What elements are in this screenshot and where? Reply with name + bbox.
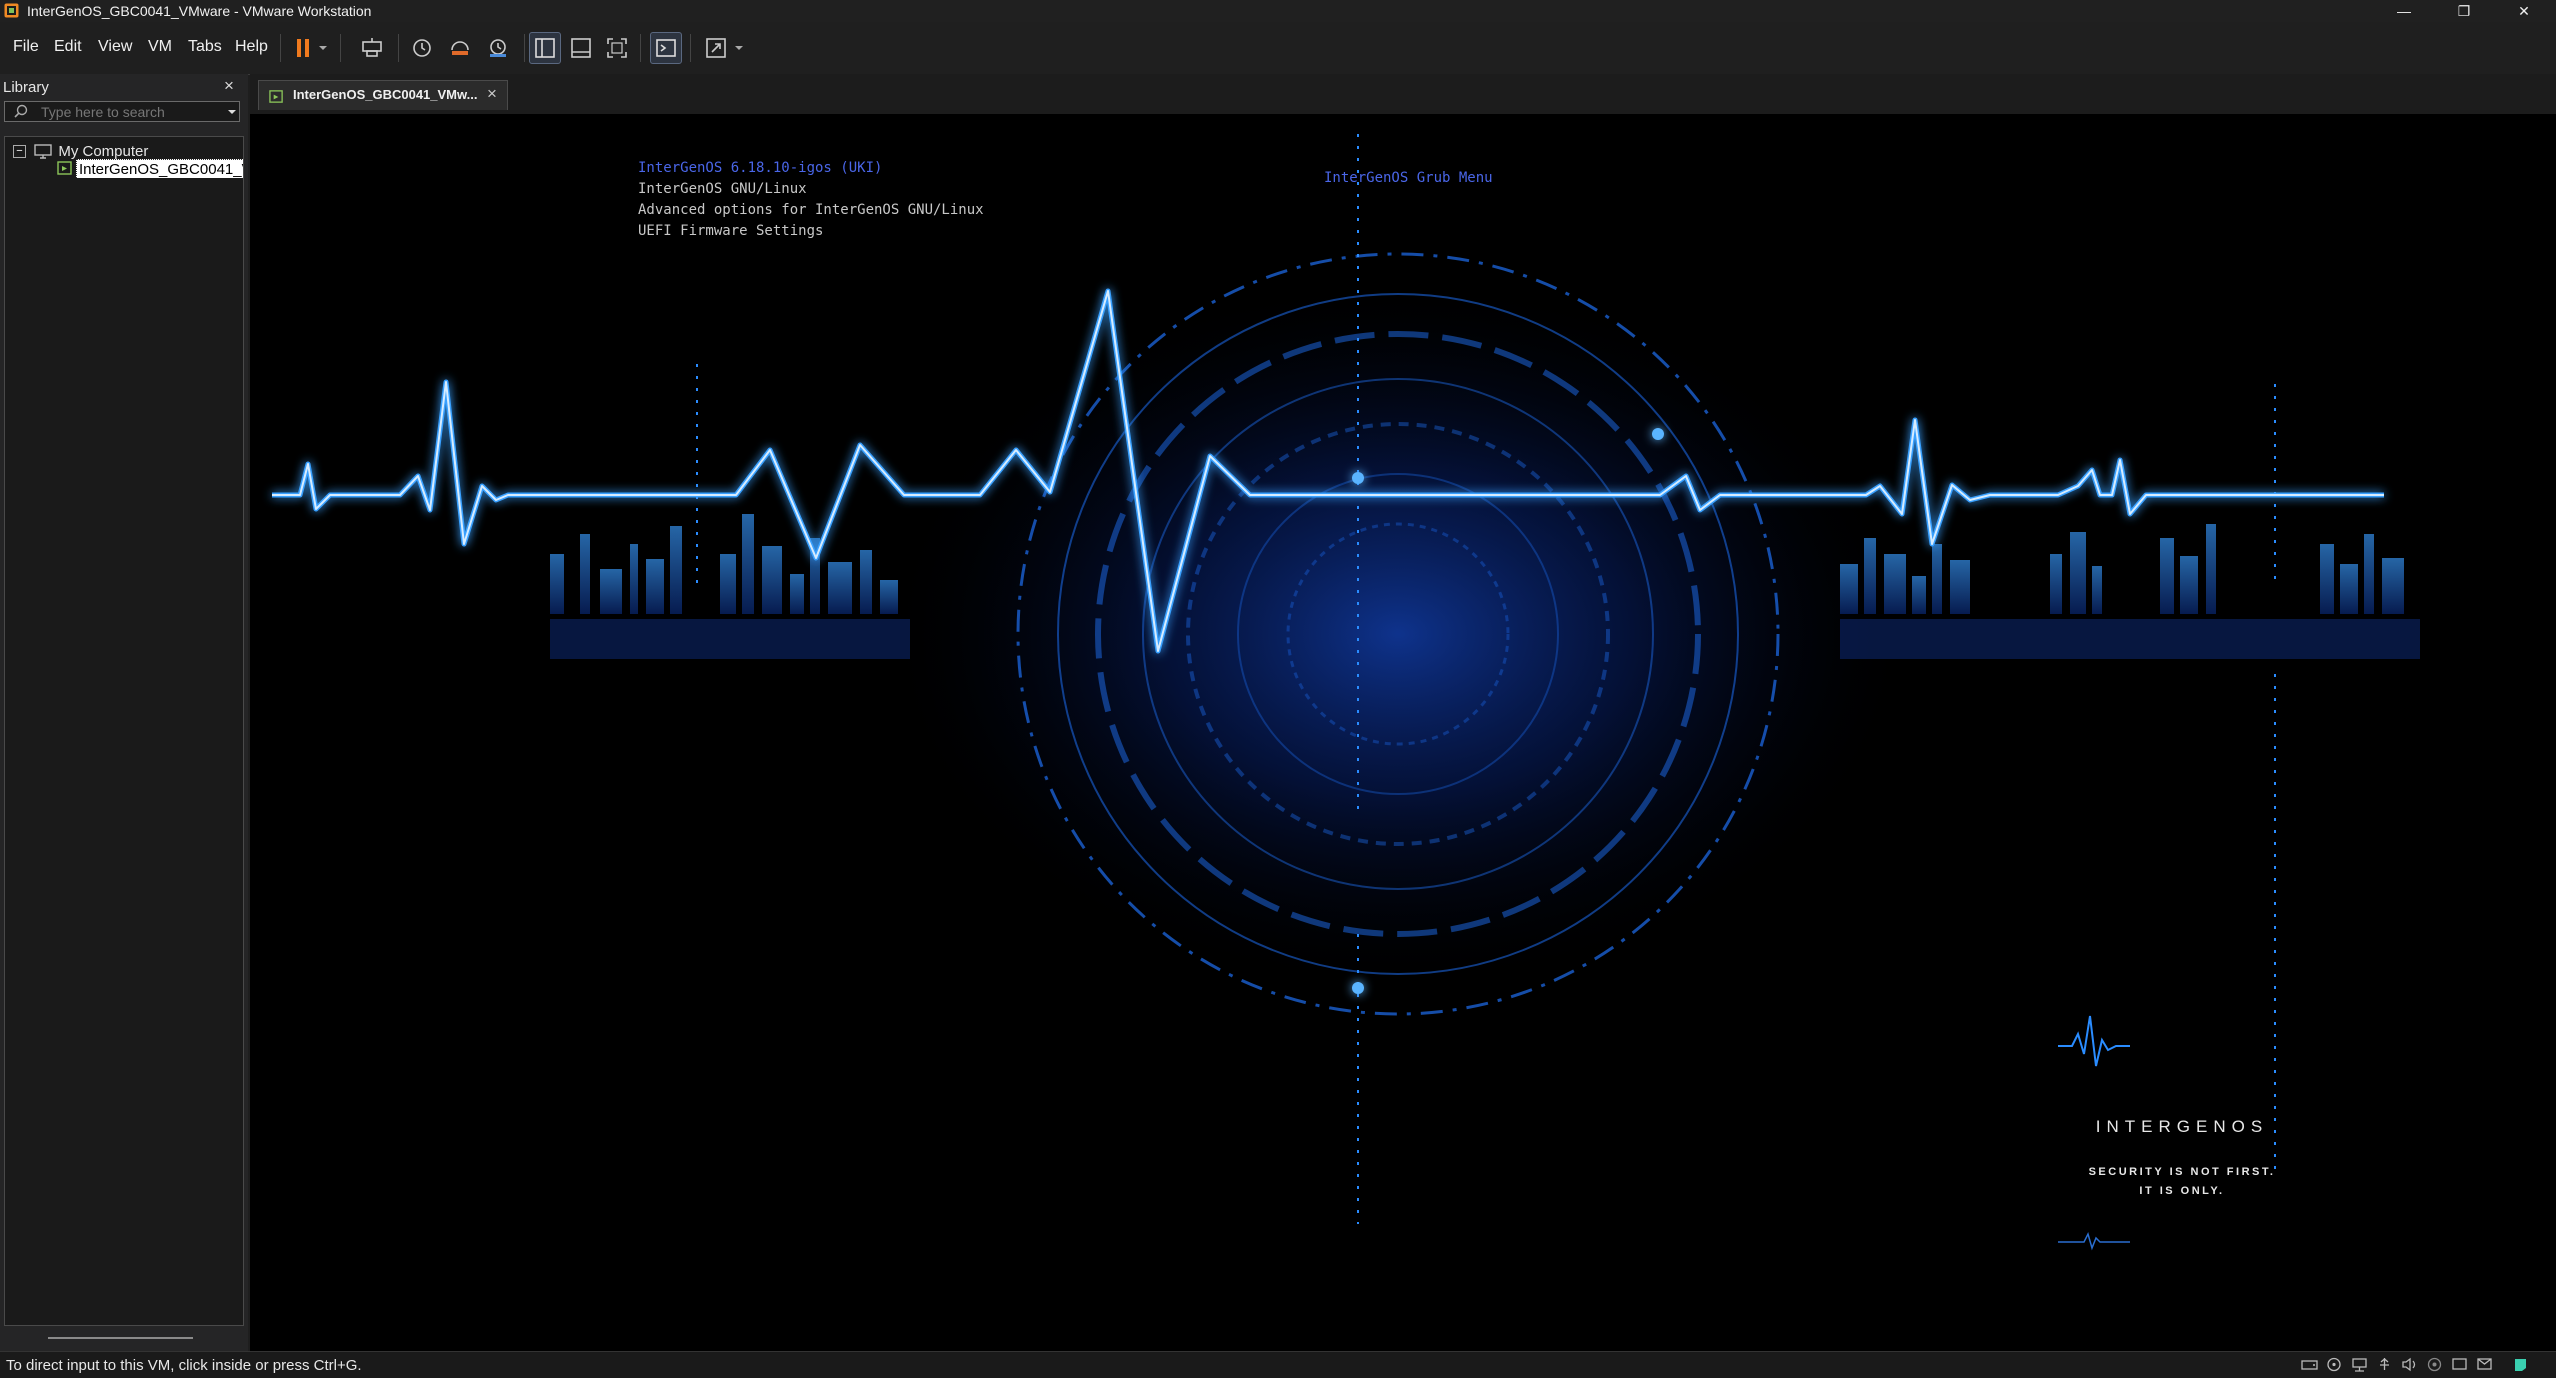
minimize-button[interactable]: — (2374, 0, 2434, 22)
printer-icon[interactable] (2426, 1357, 2443, 1372)
tab-vm[interactable]: InterGenOS_GBC0041_VMw... × (258, 80, 508, 110)
snapshot-manager-button[interactable] (482, 32, 514, 64)
menu-help[interactable]: Help (235, 38, 268, 56)
grub-menu-title: InterGenOS Grub Menu (1324, 170, 1493, 186)
show-library-icon (535, 38, 555, 58)
grub-entry[interactable]: Advanced options for InterGenOS GNU/Linu… (638, 202, 984, 218)
tab-close-button[interactable]: × (487, 84, 497, 104)
toolbar-separator (340, 34, 341, 62)
halo-glow (878, 274, 1918, 994)
title-bar: InterGenOS_GBC0041_VMware - VMware Works… (0, 0, 2556, 22)
show-library-button[interactable] (529, 32, 561, 64)
thumbnail-bar-button[interactable] (565, 32, 597, 64)
resize-grip-icon[interactable] (2512, 1357, 2529, 1372)
close-button[interactable]: ✕ (2494, 0, 2554, 22)
library-title: Library (3, 79, 49, 96)
stretch-guest-button[interactable] (700, 32, 732, 64)
vmware-app-icon (4, 3, 19, 18)
full-screen-icon (607, 38, 627, 58)
tree-item-vm[interactable]: InterGenOS_GBC0041_VMware (57, 159, 243, 178)
usb-icon[interactable] (2376, 1357, 2393, 1372)
search-icon (14, 104, 28, 118)
sound-icon[interactable] (2401, 1357, 2418, 1372)
library-tree: − My Computer InterGenOS_GBC0041_VMware (4, 136, 244, 1326)
toolbar-separator (640, 34, 641, 62)
restore-icon: ❐ (2457, 2, 2471, 19)
send-ctrl-alt-del-icon (362, 38, 382, 57)
snapshot-icon (413, 39, 431, 57)
tree-collapse-toggle[interactable]: − (13, 144, 26, 158)
display-icon[interactable] (2451, 1357, 2468, 1372)
grub-entry-selected[interactable]: InterGenOS 6.18.10-igos (UKI) (638, 160, 882, 176)
stretch-guest-icon (706, 38, 726, 58)
search-dropdown-icon[interactable] (227, 109, 237, 115)
menu-vm[interactable]: VM (148, 38, 172, 56)
full-screen-button[interactable] (601, 32, 633, 64)
stretch-dropdown[interactable] (730, 32, 748, 64)
status-message: To direct input to this VM, click inside… (6, 1357, 362, 1374)
tree-item-my-computer[interactable]: − My Computer (13, 142, 148, 160)
dropdown-arrow-icon (319, 46, 327, 50)
message-icon[interactable] (2476, 1357, 2493, 1372)
library-search-input[interactable] (41, 103, 217, 120)
cdrom-icon[interactable] (2326, 1357, 2343, 1372)
unity-console-icon (656, 39, 676, 57)
status-bar: To direct input to this VM, click inside… (0, 1351, 2556, 1378)
menu-view[interactable]: View (98, 38, 132, 56)
logo-pulse-mark (2058, 1015, 2130, 1067)
power-dropdown[interactable] (314, 32, 332, 64)
close-icon: ✕ (2518, 2, 2530, 19)
menu-edit[interactable]: Edit (54, 38, 82, 56)
thumbnail-bar-icon (571, 38, 591, 58)
revert-snapshot-icon (451, 41, 469, 55)
toolbar-separator (524, 34, 525, 62)
window-title: InterGenOS_GBC0041_VMware - VMware Works… (27, 3, 372, 19)
grub-entry[interactable]: UEFI Firmware Settings (638, 223, 823, 239)
restore-button[interactable]: ❐ (2434, 0, 2494, 22)
brand-tagline-line1: SECURITY IS NOT FIRST. (2088, 1166, 2276, 1178)
library-close-button[interactable]: × (224, 76, 234, 96)
tab-vm-label: InterGenOS_GBC0041_VMw... (293, 87, 478, 102)
vm-console[interactable]: InterGenOS Grub Menu InterGenOS 6.18.10-… (250, 114, 2556, 1351)
tree-label-vm: InterGenOS_GBC0041_VMware (76, 159, 243, 178)
snapshot-manager-icon (490, 39, 506, 57)
computer-icon (34, 143, 52, 159)
network-icon[interactable] (2351, 1357, 2368, 1372)
minimize-icon: — (2397, 3, 2411, 19)
revert-snapshot-button[interactable] (444, 32, 476, 64)
pause-icon (297, 39, 309, 57)
hard-disk-icon[interactable] (2301, 1357, 2318, 1372)
brand-tagline-line2: IT IS ONLY. (2139, 1185, 2225, 1197)
logo-small-pulse (2058, 1231, 2130, 1251)
tab-strip: InterGenOS_GBC0041_VMw... × (250, 74, 2556, 114)
grub-entry[interactable]: InterGenOS GNU/Linux (638, 181, 807, 197)
dropdown-arrow-icon (735, 46, 743, 50)
toolbar-separator (398, 34, 399, 62)
brand-name: INTERGENOS (2095, 1117, 2269, 1136)
send-ctrl-alt-del-button[interactable] (356, 32, 388, 64)
toolbar-separator (690, 34, 691, 62)
take-snapshot-button[interactable] (406, 32, 438, 64)
toolbar-separator (280, 34, 281, 62)
vm-tab-icon (269, 90, 283, 103)
unity-console-button[interactable] (650, 32, 682, 64)
tree-label-my-computer: My Computer (58, 142, 149, 160)
menu-file[interactable]: File (13, 38, 39, 56)
library-pane: Library × − My Computer InterGenOS_GBC00… (0, 74, 248, 1351)
library-horizontal-scrollbar[interactable] (48, 1337, 193, 1339)
menu-tabs[interactable]: Tabs (188, 38, 222, 56)
library-search-box[interactable] (4, 101, 240, 122)
vm-icon (57, 161, 72, 175)
menu-toolbar: File Edit View VM Tabs Help (0, 22, 2556, 75)
